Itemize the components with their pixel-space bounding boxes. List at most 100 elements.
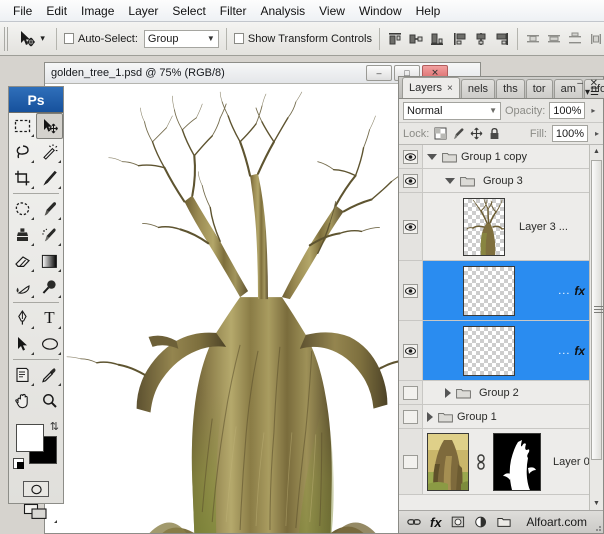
align-bottom-edges-icon[interactable] — [429, 31, 445, 47]
table-row[interactable]: Group 1 — [399, 405, 603, 429]
layers-scrollbar[interactable]: ▲ ▼ — [589, 145, 603, 510]
quick-mask-button[interactable] — [23, 481, 49, 497]
visibility-toggle[interactable] — [399, 381, 423, 404]
row-content[interactable]: Group 1 copy — [423, 146, 603, 168]
tool-type[interactable]: T — [36, 305, 63, 331]
tab-channels[interactable]: nels — [461, 79, 495, 98]
swap-colors-icon[interactable]: ⇅ — [50, 420, 59, 433]
visibility-toggle[interactable] — [399, 145, 423, 168]
layer-effects-icon[interactable]: fx — [574, 344, 585, 358]
menu-item-window[interactable]: Window — [352, 2, 409, 20]
layer-effects-icon[interactable]: fx — [574, 284, 585, 298]
lock-all-icon[interactable] — [488, 127, 501, 140]
lock-transparent-pixels-icon[interactable] — [434, 127, 447, 140]
panel-resize-grip[interactable] — [593, 523, 602, 532]
close-icon[interactable]: × — [447, 83, 453, 94]
menu-item-image[interactable]: Image — [74, 2, 121, 20]
tool-pen[interactable] — [9, 305, 36, 331]
menu-item-view[interactable]: View — [312, 2, 352, 20]
tool-lasso[interactable] — [9, 139, 36, 165]
tool-move[interactable] — [36, 113, 63, 139]
layer-mask-thumbnail[interactable] — [493, 433, 541, 491]
layer-thumbnail[interactable] — [427, 433, 469, 491]
menu-item-layer[interactable]: Layer — [121, 2, 165, 20]
table-row[interactable]: Layer 0 ... — [399, 429, 603, 495]
blend-mode-dropdown[interactable]: Normal ▼ — [403, 102, 501, 120]
lock-image-pixels-icon[interactable] — [452, 127, 465, 140]
tool-rectangular-marquee[interactable] — [9, 113, 36, 139]
active-tool-button[interactable]: ▾ — [13, 27, 49, 51]
row-content[interactable]: ... fx ▼ — [423, 324, 603, 378]
scroll-up-icon[interactable]: ▲ — [590, 145, 603, 158]
align-right-edges-icon[interactable] — [494, 31, 510, 47]
table-row[interactable]: Group 3 — [399, 169, 603, 193]
table-row[interactable]: ... fx ▼ — [399, 321, 603, 381]
tool-dodge[interactable] — [36, 274, 63, 300]
row-content[interactable]: Group 2 — [423, 382, 603, 404]
visibility-toggle[interactable] — [399, 193, 423, 260]
menu-item-filter[interactable]: Filter — [213, 2, 254, 20]
table-row[interactable]: Group 2 — [399, 381, 603, 405]
menu-item-help[interactable]: Help — [409, 2, 448, 20]
reset-colors-icon[interactable] — [13, 458, 24, 469]
menu-item-select[interactable]: Select — [165, 2, 212, 20]
row-content[interactable]: Group 1 — [423, 406, 603, 428]
tool-notes[interactable] — [9, 362, 36, 388]
tool-ellipse-shape[interactable] — [36, 331, 63, 357]
tool-eraser[interactable] — [9, 248, 36, 274]
align-left-edges-icon[interactable] — [452, 31, 468, 47]
menu-item-analysis[interactable]: Analysis — [253, 2, 312, 20]
layer-thumbnail[interactable] — [463, 266, 515, 316]
tool-brush[interactable] — [36, 196, 63, 222]
scroll-down-icon[interactable]: ▼ — [590, 497, 603, 510]
layers-list[interactable]: Group 1 copy Group 3 — [399, 145, 603, 510]
visibility-toggle[interactable] — [399, 429, 423, 494]
tool-gradient[interactable] — [36, 248, 63, 274]
row-content[interactable]: Layer 3 ... — [423, 196, 603, 258]
link-layers-icon[interactable] — [407, 515, 421, 529]
align-vertical-centers-icon[interactable] — [408, 31, 424, 47]
tool-clone-stamp[interactable] — [9, 222, 36, 248]
opacity-stepper-icon[interactable]: ▸ — [589, 106, 595, 115]
align-top-edges-icon[interactable] — [387, 31, 403, 47]
tool-magic-wand[interactable] — [36, 139, 63, 165]
options-bar-grip[interactable] — [4, 27, 9, 51]
layer-thumbnail[interactable] — [463, 326, 515, 376]
tool-slice[interactable] — [36, 165, 63, 191]
distribute-left-edges-icon[interactable] — [588, 31, 604, 47]
auto-select-dropdown[interactable]: Group ▼ — [144, 30, 219, 48]
align-horizontal-centers-icon[interactable] — [473, 31, 489, 47]
expand-triangle-icon[interactable] — [427, 412, 433, 422]
new-group-icon[interactable] — [497, 515, 511, 529]
tab-layers[interactable]: Layers × — [402, 77, 460, 98]
expand-triangle-icon[interactable] — [427, 154, 437, 160]
tool-crop[interactable] — [9, 165, 36, 191]
tool-history-brush[interactable] — [36, 222, 63, 248]
distribute-vertical-centers-icon[interactable] — [546, 31, 562, 47]
add-layer-style-icon[interactable]: fx — [430, 515, 442, 530]
menu-item-file[interactable]: File — [6, 2, 39, 20]
screen-mode-button[interactable] — [9, 503, 63, 521]
visibility-toggle[interactable] — [399, 169, 423, 192]
tab-paths[interactable]: ths — [496, 79, 525, 98]
table-row[interactable]: ... fx ▼ — [399, 261, 603, 321]
layer-thumbnail[interactable] — [463, 198, 505, 256]
tool-preset-chevron-icon[interactable]: ▾ — [40, 33, 45, 44]
lock-position-icon[interactable] — [470, 127, 483, 140]
tool-zoom[interactable] — [36, 388, 63, 414]
row-content[interactable]: Group 3 — [423, 170, 603, 192]
tool-eyedropper[interactable] — [36, 362, 63, 388]
fill-input[interactable]: 100% — [552, 125, 588, 142]
row-content[interactable]: Layer 0 ... — [423, 431, 603, 493]
tab-history[interactable]: tor — [526, 79, 553, 98]
fill-stepper-icon[interactable]: ▸ — [593, 129, 599, 138]
table-row[interactable]: Group 1 copy — [399, 145, 603, 169]
scrollbar-thumb[interactable] — [591, 160, 602, 460]
tool-patch[interactable] — [9, 196, 36, 222]
visibility-toggle[interactable] — [399, 405, 423, 428]
tool-path-selection[interactable] — [9, 331, 36, 357]
panel-menu-icon[interactable]: ▾☰ — [585, 87, 599, 98]
tool-blur[interactable] — [9, 274, 36, 300]
minimize-button[interactable]: – — [366, 65, 392, 81]
tool-hand[interactable] — [9, 388, 36, 414]
